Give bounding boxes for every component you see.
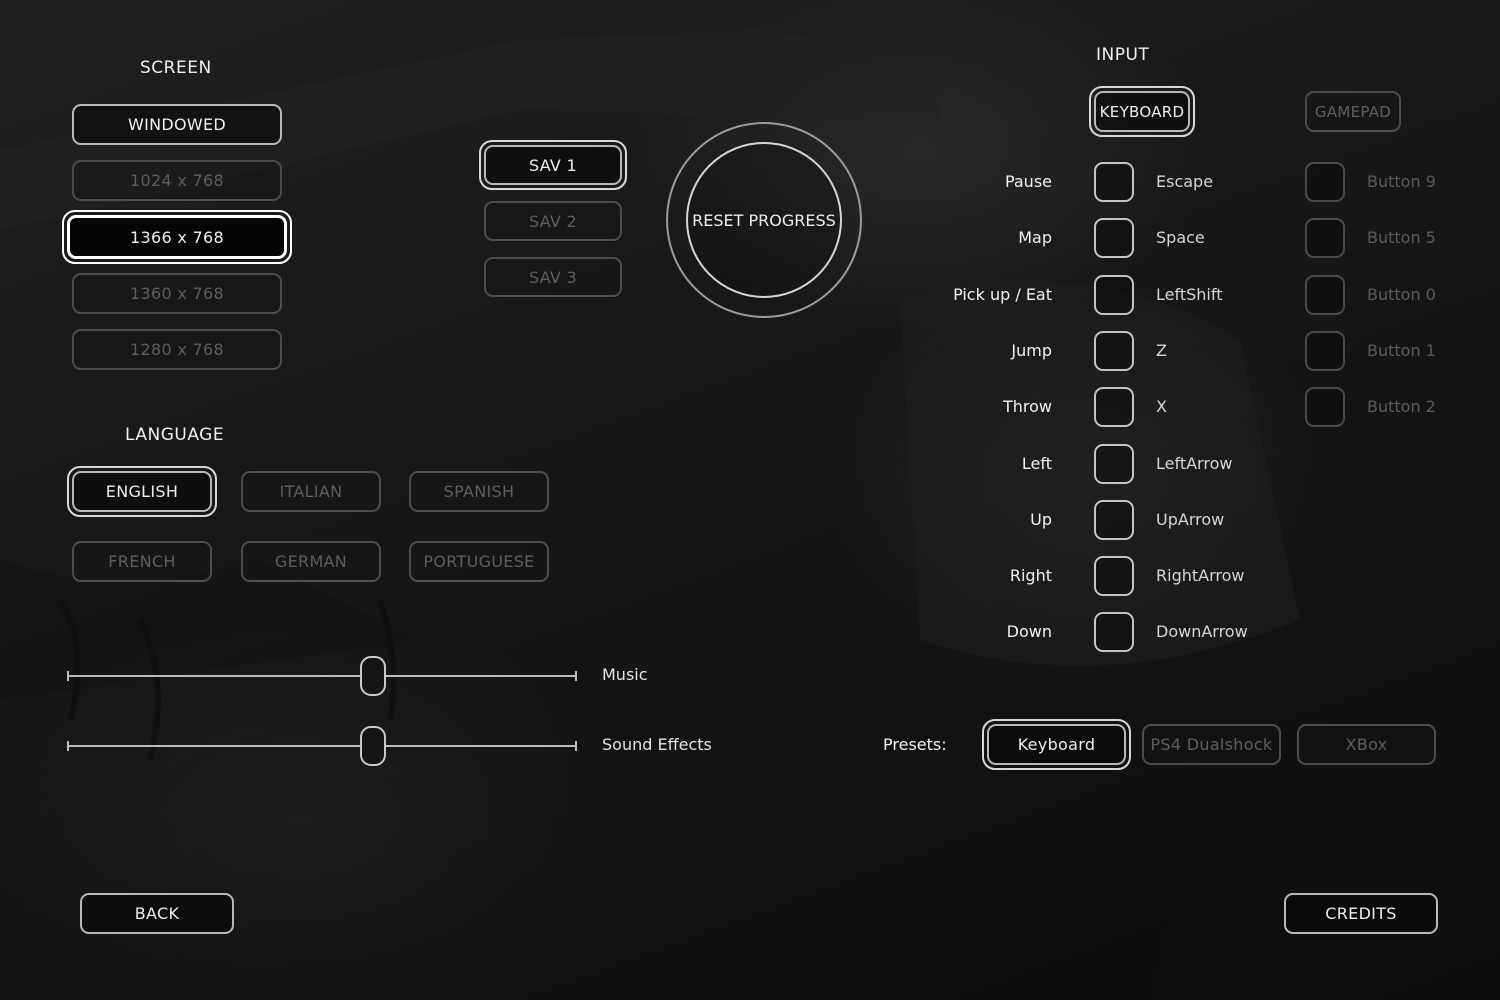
screen-option-1360x768[interactable]: 1360 x 768 xyxy=(72,273,282,314)
music-label: Music xyxy=(602,665,648,684)
input-tab-keyboard[interactable]: KEYBOARD xyxy=(1089,86,1195,137)
language-option-german[interactable]: GERMAN xyxy=(241,541,381,582)
credits-button[interactable]: CREDITS xyxy=(1284,893,1438,934)
binding-action-label: Jump xyxy=(1011,341,1052,360)
gamepad-binding-button: Button 9 xyxy=(1367,172,1436,191)
gamepad-binding-button: Button 0 xyxy=(1367,285,1436,304)
keyboard-binding-key: Escape xyxy=(1156,172,1214,191)
screen-option-1024x768[interactable]: 1024 x 768 xyxy=(72,160,282,201)
preset-ps4-dualshock-button[interactable]: PS4 Dualshock xyxy=(1142,724,1281,765)
keyboard-binding-key: X xyxy=(1156,397,1167,416)
input-tab-gamepad[interactable]: GAMEPAD xyxy=(1305,91,1401,132)
keyboard-binding-key: LeftShift xyxy=(1156,285,1223,304)
sound-effects-label: Sound Effects xyxy=(602,735,712,754)
sfx-slider-thumb[interactable] xyxy=(360,726,386,766)
keyboard-binding-slot[interactable] xyxy=(1094,275,1134,315)
gamepad-binding-slot[interactable] xyxy=(1305,218,1345,258)
keyboard-binding-key: LeftArrow xyxy=(1156,454,1233,473)
binding-action-label: Right xyxy=(1009,566,1052,585)
screen-option-windowed[interactable]: WINDOWED xyxy=(72,104,282,145)
music-slider-track[interactable] xyxy=(68,675,576,677)
sfx-slider-track[interactable] xyxy=(68,745,576,747)
screen-option-1366x768[interactable]: 1366 x 768 xyxy=(62,210,292,264)
sfx-slider-min-cap xyxy=(67,741,69,751)
keyboard-binding-slot[interactable] xyxy=(1094,331,1134,371)
keyboard-binding-key: Z xyxy=(1156,341,1167,360)
screen-heading: SCREEN xyxy=(140,58,212,78)
keyboard-binding-slot[interactable] xyxy=(1094,444,1134,484)
gamepad-binding-slot[interactable] xyxy=(1305,331,1345,371)
keyboard-binding-key: UpArrow xyxy=(1156,510,1225,529)
input-heading: INPUT xyxy=(1096,45,1150,65)
binding-action-label: Up xyxy=(1030,510,1052,529)
reset-progress-button[interactable]: RESET PROGRESS xyxy=(686,142,842,298)
language-option-italian[interactable]: ITALIAN xyxy=(241,471,381,512)
keyboard-binding-slot[interactable] xyxy=(1094,162,1134,202)
binding-action-label: Map xyxy=(1018,228,1052,247)
keyboard-binding-slot[interactable] xyxy=(1094,500,1134,540)
language-option-french[interactable]: FRENCH xyxy=(72,541,212,582)
presets-label: Presets: xyxy=(883,735,947,754)
keyboard-binding-slot[interactable] xyxy=(1094,218,1134,258)
sfx-slider-max-cap xyxy=(575,741,577,751)
screen-option-1280x768[interactable]: 1280 x 768 xyxy=(72,329,282,370)
gamepad-binding-button: Button 2 xyxy=(1367,397,1436,416)
gamepad-binding-slot[interactable] xyxy=(1305,275,1345,315)
keyboard-binding-slot[interactable] xyxy=(1094,556,1134,596)
back-button[interactable]: BACK xyxy=(80,893,234,934)
music-slider-min-cap xyxy=(67,671,69,681)
save-slot-3-button[interactable]: SAV 3 xyxy=(484,257,622,297)
music-slider-thumb[interactable] xyxy=(360,656,386,696)
keyboard-binding-key: DownArrow xyxy=(1156,622,1248,641)
language-heading: LANGUAGE xyxy=(125,425,225,445)
binding-action-label: Pick up / Eat xyxy=(953,285,1052,304)
language-option-portuguese[interactable]: PORTUGUESE xyxy=(409,541,549,582)
binding-action-label: Throw xyxy=(1002,397,1052,416)
keyboard-binding-key: RightArrow xyxy=(1156,566,1245,585)
keyboard-binding-key: Space xyxy=(1156,228,1205,247)
language-option-english[interactable]: ENGLISH xyxy=(67,466,217,517)
keyboard-binding-slot[interactable] xyxy=(1094,387,1134,427)
save-slot-1-button[interactable]: SAV 1 xyxy=(479,140,627,190)
save-slot-2-button[interactable]: SAV 2 xyxy=(484,201,622,241)
keyboard-binding-slot[interactable] xyxy=(1094,612,1134,652)
binding-action-label: Down xyxy=(1006,622,1052,641)
gamepad-binding-button: Button 5 xyxy=(1367,228,1436,247)
preset-keyboard-button[interactable]: Keyboard xyxy=(982,719,1131,770)
music-slider-max-cap xyxy=(575,671,577,681)
gamepad-binding-button: Button 1 xyxy=(1367,341,1436,360)
language-option-spanish[interactable]: SPANISH xyxy=(409,471,549,512)
gamepad-binding-slot[interactable] xyxy=(1305,162,1345,202)
gamepad-binding-slot[interactable] xyxy=(1305,387,1345,427)
binding-action-label: Pause xyxy=(1004,172,1052,191)
preset-xbox-button[interactable]: XBox xyxy=(1297,724,1436,765)
binding-action-label: Left xyxy=(1021,454,1052,473)
